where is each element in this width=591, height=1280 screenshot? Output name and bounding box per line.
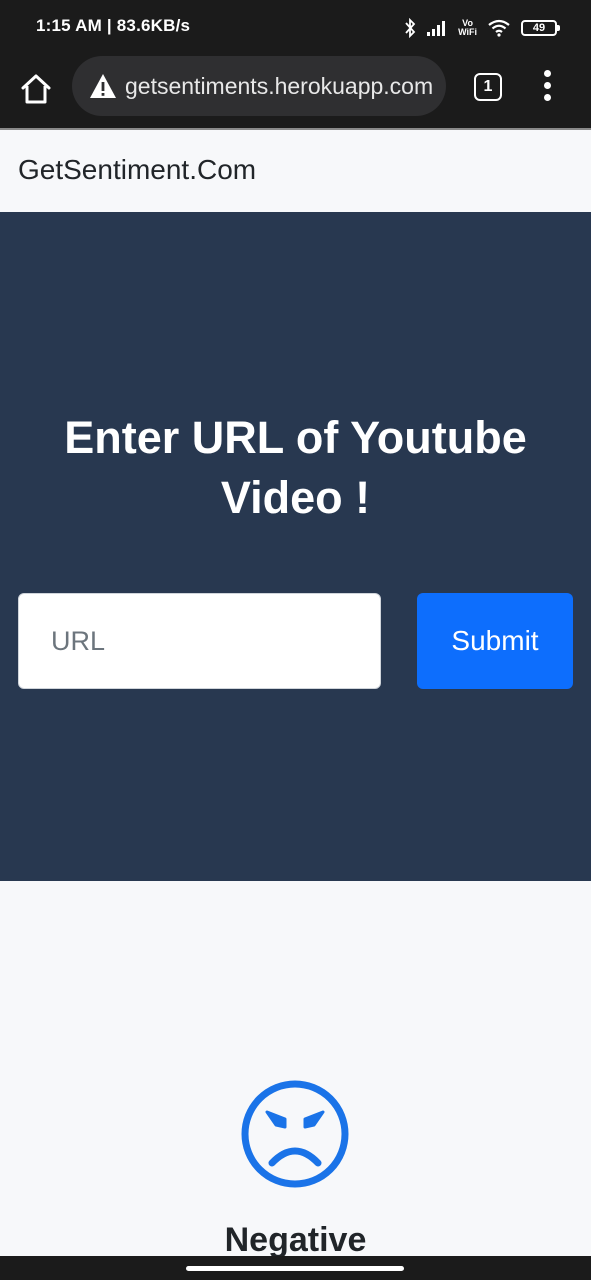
vowifi-label: Vo WiFi [458,18,477,37]
angry-face-icon [241,1080,349,1188]
navigation-bar [0,1256,591,1280]
menu-icon[interactable] [536,70,560,102]
hero-section: Enter URL of Youtube Video ! Submit [0,212,591,881]
tabs-icon[interactable]: 1 [474,73,502,101]
battery-icon: 49 [521,20,560,36]
result-section: Negative [0,881,591,1259]
status-time: 1:15 AM | 83.6KB/s [36,16,191,35]
warning-icon[interactable] [89,73,117,99]
bluetooth-icon [405,18,416,38]
browser-toolbar: getsentiments.herokuapp.com 1 [0,56,591,130]
url-input[interactable] [18,593,381,689]
brand-link[interactable]: GetSentiment.Com [18,154,256,186]
status-icons: Vo WiFi 49 [404,14,560,42]
navbar: GetSentiment.Com [0,130,591,212]
url-text[interactable]: getsentiments.herokuapp.com [125,73,433,100]
wifi-icon [488,19,510,37]
status-bar: 1:15 AM | 83.6KB/s Vo WiFi 49 [0,0,591,56]
hero-title: Enter URL of Youtube Video ! [64,412,527,523]
address-bar[interactable]: getsentiments.herokuapp.com [72,56,446,116]
sentiment-label: Negative [224,1221,367,1259]
signal-icon [427,21,446,36]
home-gesture-handle[interactable] [186,1266,404,1271]
submit-button[interactable]: Submit [417,593,573,689]
home-icon[interactable] [18,71,54,107]
